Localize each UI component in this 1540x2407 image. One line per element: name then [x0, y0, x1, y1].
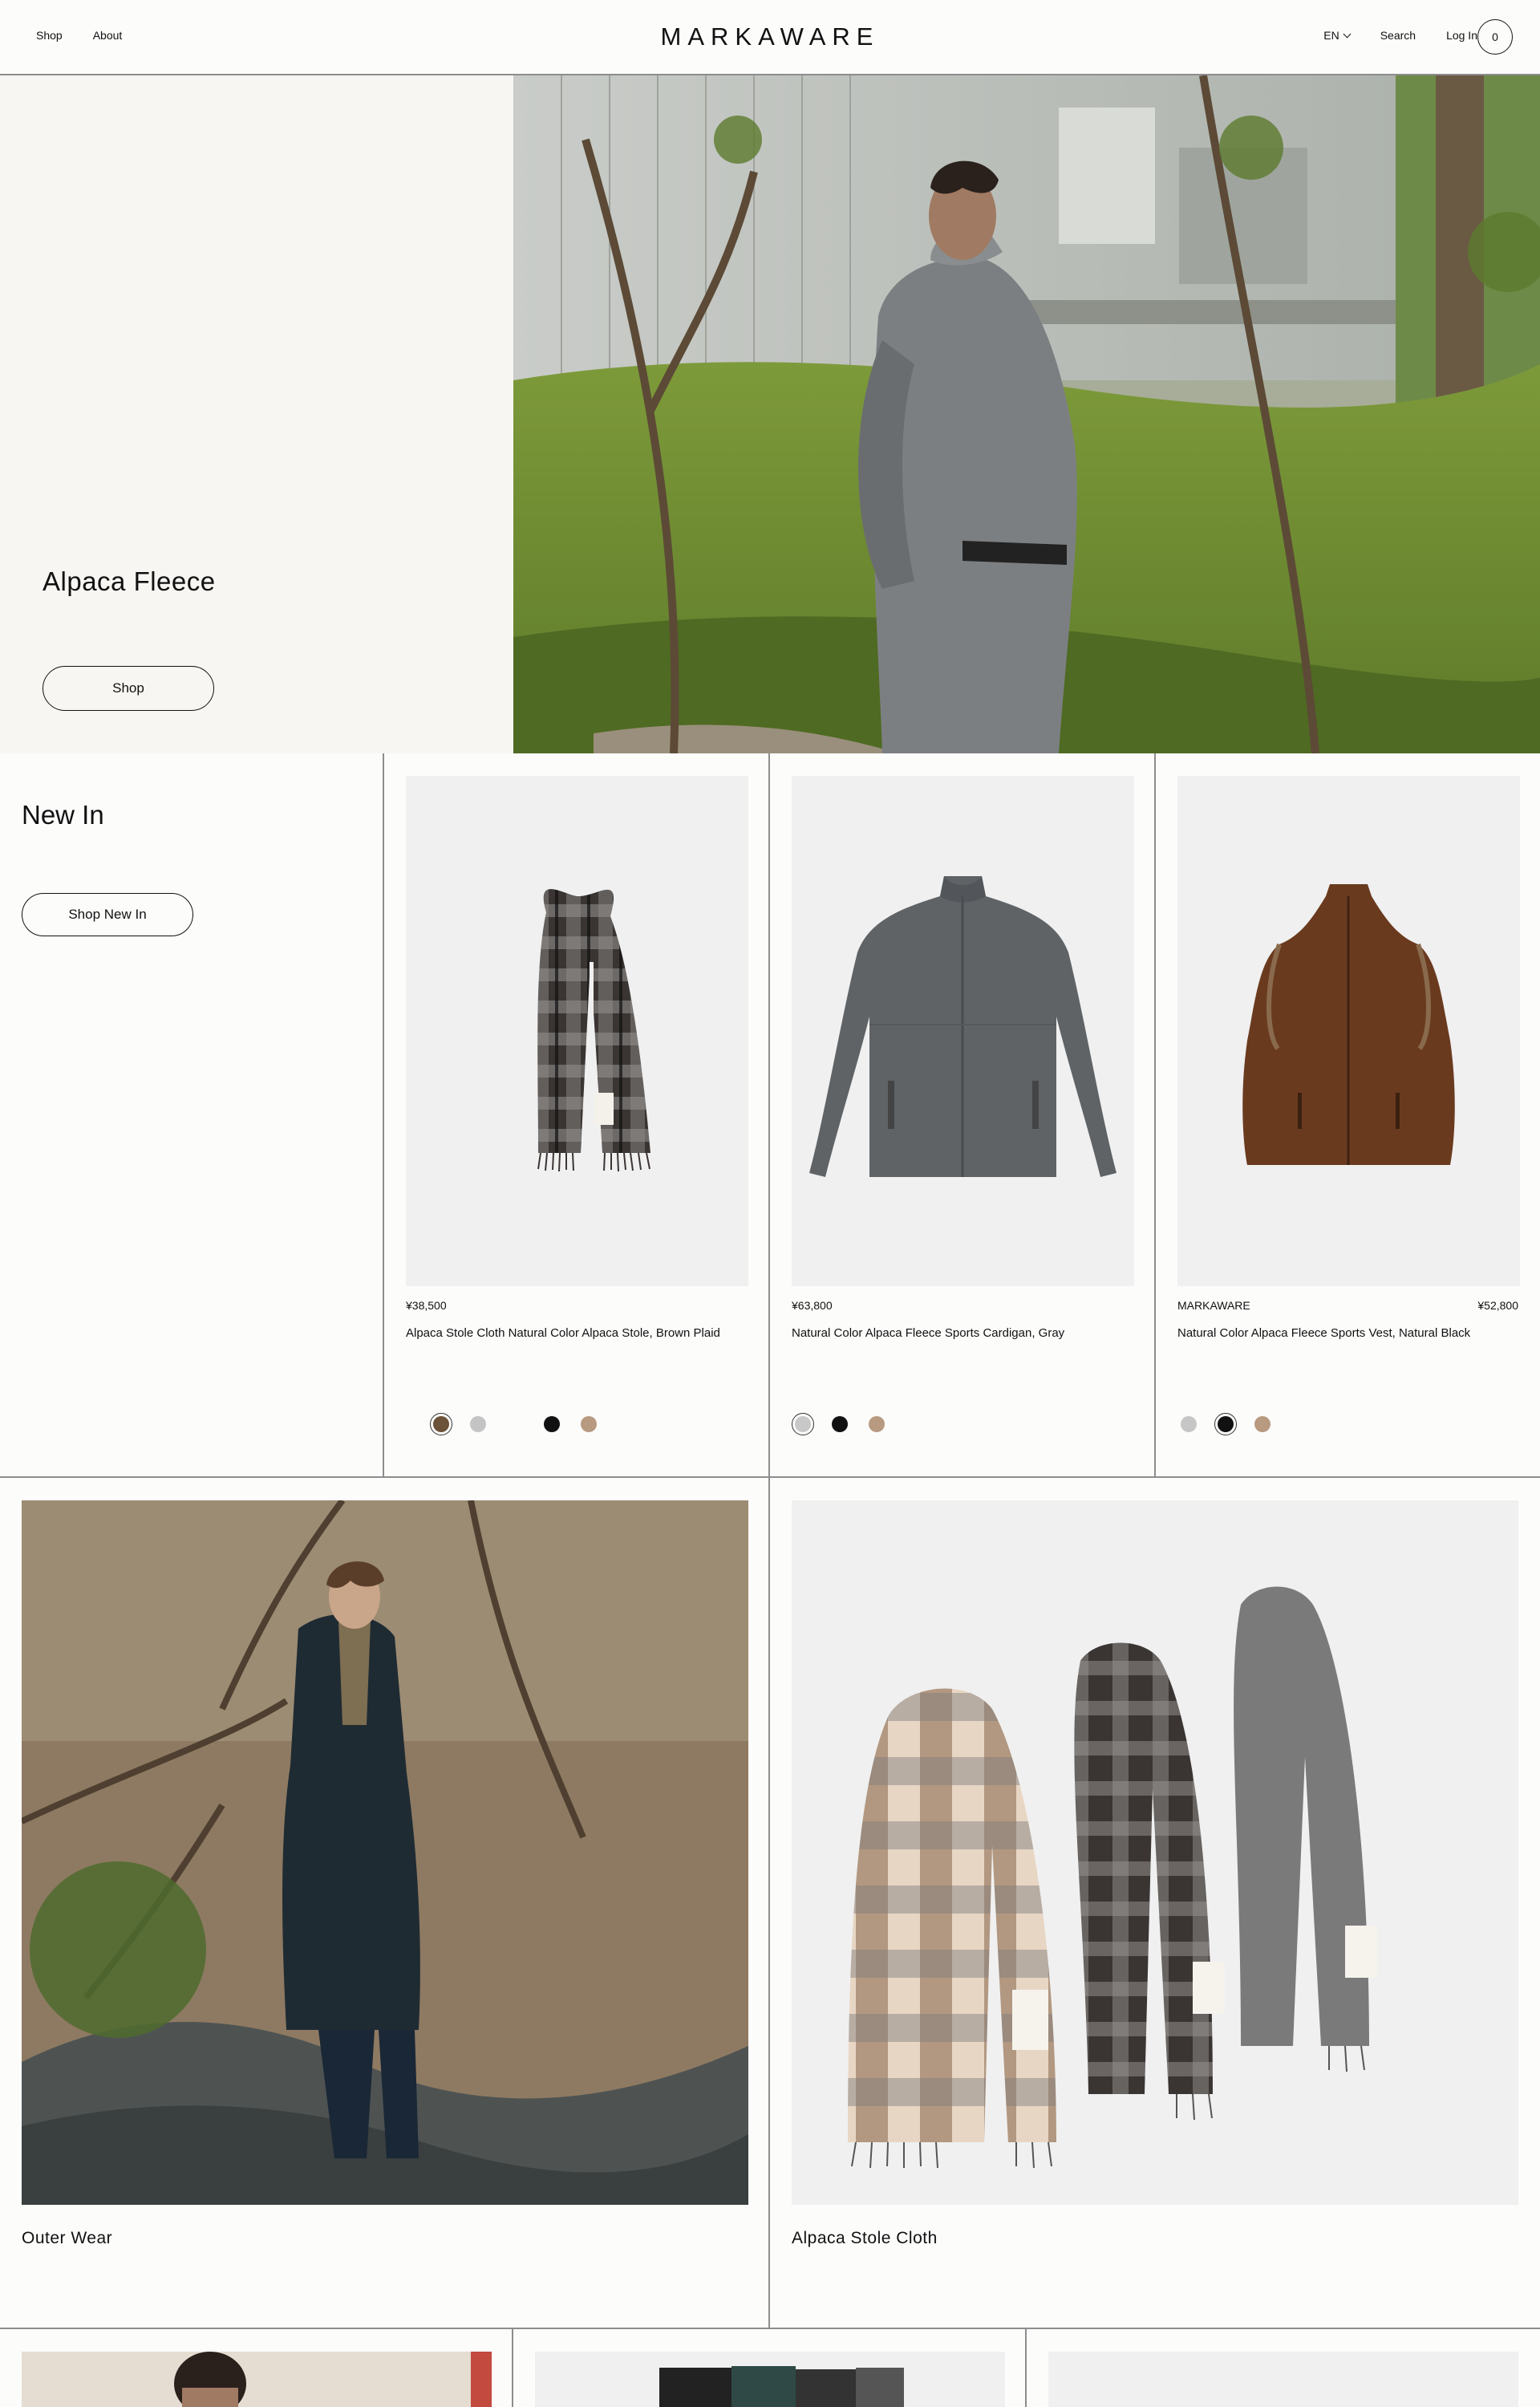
teaser-card[interactable] — [0, 2329, 513, 2407]
teaser-card[interactable] — [513, 2329, 1027, 2407]
shop-new-in-label: Shop New In — [68, 907, 147, 922]
product-price: ¥52,800 — [1477, 1299, 1518, 1312]
product-card[interactable]: MARKAWARE ¥52,800 Natural Color Alpaca F… — [1156, 753, 1540, 1478]
swatch-black[interactable] — [1214, 1413, 1237, 1435]
category-label[interactable]: Outer Wear — [22, 2229, 112, 2248]
site-header: Shop About MARKAWARE EN Search Log In 0 — [0, 0, 1540, 75]
shop-new-in-button[interactable]: Shop New In — [22, 893, 193, 936]
language-selector[interactable]: EN — [1323, 29, 1352, 42]
category-card-alpaca-stole-cloth[interactable]: Alpaca Stole Cloth — [770, 1478, 1540, 2329]
utility-nav: EN Search Log In — [1323, 29, 1477, 42]
hero-text-panel: Alpaca Fleece Shop — [0, 75, 513, 753]
product-brand: MARKAWARE — [1177, 1299, 1250, 1312]
product-card[interactable]: ¥38,500 Alpaca Stole Cloth Natural Color… — [384, 753, 770, 1478]
teaser-row — [0, 2329, 1540, 2407]
product-name[interactable]: Natural Color Alpaca Fleece Sports Cardi… — [792, 1322, 1134, 1344]
category-section: Outer Wear Alpaca Stole Cloth — [0, 1478, 1540, 2329]
product-image[interactable] — [792, 776, 1134, 1286]
teaser-image[interactable] — [22, 2352, 492, 2407]
swatch-beige[interactable] — [578, 1413, 600, 1435]
teaser-image[interactable] — [535, 2352, 1005, 2407]
teaser-image[interactable] — [1048, 2352, 1518, 2407]
swatch-white[interactable] — [504, 1413, 526, 1435]
cart-button[interactable]: 0 — [1477, 19, 1513, 55]
category-image[interactable] — [792, 1500, 1518, 2205]
product-name[interactable]: Natural Color Alpaca Fleece Sports Vest,… — [1177, 1322, 1520, 1344]
product-image[interactable] — [406, 776, 748, 1286]
chevron-down-icon — [1343, 30, 1352, 38]
teaser-card[interactable] — [1027, 2329, 1540, 2407]
swatch-brown[interactable] — [430, 1413, 452, 1435]
teaser-photo-illustration — [174, 2352, 492, 2407]
hero-image — [513, 75, 1540, 753]
swatch-light-gray[interactable] — [467, 1413, 489, 1435]
new-in-section: New In Shop New In ¥38,500 Alpaca Stole … — [0, 753, 1540, 1478]
trousers-illustration — [659, 2366, 904, 2407]
hero-shop-label: Shop — [112, 680, 144, 696]
login-link[interactable]: Log In — [1446, 29, 1477, 42]
product-image[interactable] — [1177, 776, 1520, 1286]
new-in-intro: New In Shop New In — [0, 753, 384, 1478]
hero-section: Alpaca Fleece Shop — [0, 75, 1540, 753]
product-price: ¥63,800 — [792, 1299, 833, 1312]
stoles-illustration — [848, 1586, 1377, 2169]
category-image[interactable] — [22, 1500, 748, 2205]
cart-count: 0 — [1492, 30, 1498, 43]
swatch-beige[interactable] — [865, 1413, 888, 1435]
hero-photo-illustration — [513, 75, 1540, 753]
swatch-white[interactable] — [1288, 1413, 1311, 1435]
swatch-beige[interactable] — [1251, 1413, 1274, 1435]
site-logo[interactable]: MARKAWARE — [0, 22, 1540, 51]
language-label: EN — [1323, 29, 1339, 42]
scarf-illustration — [537, 889, 650, 1172]
swatch-light-gray[interactable] — [1177, 1413, 1200, 1435]
hero-title: Alpaca Fleece — [43, 566, 216, 596]
fleece-vest-illustration — [1242, 884, 1455, 1165]
product-price: ¥38,500 — [406, 1299, 447, 1312]
hero-shop-button[interactable]: Shop — [43, 666, 214, 711]
search-link[interactable]: Search — [1380, 29, 1416, 42]
product-name[interactable]: Alpaca Stole Cloth Natural Color Alpaca … — [406, 1322, 748, 1344]
category-card-outer-wear[interactable]: Outer Wear — [0, 1478, 770, 2329]
swatch-black[interactable] — [829, 1413, 851, 1435]
swatch-black[interactable] — [541, 1413, 563, 1435]
product-card[interactable]: ¥63,800 Natural Color Alpaca Fleece Spor… — [770, 753, 1156, 1478]
new-in-title: New In — [22, 800, 104, 830]
category-label[interactable]: Alpaca Stole Cloth — [792, 2229, 938, 2248]
outerwear-photo-illustration — [22, 1500, 748, 2205]
swatch-light-gray[interactable] — [792, 1413, 814, 1435]
fleece-cardigan-illustration — [809, 876, 1116, 1177]
